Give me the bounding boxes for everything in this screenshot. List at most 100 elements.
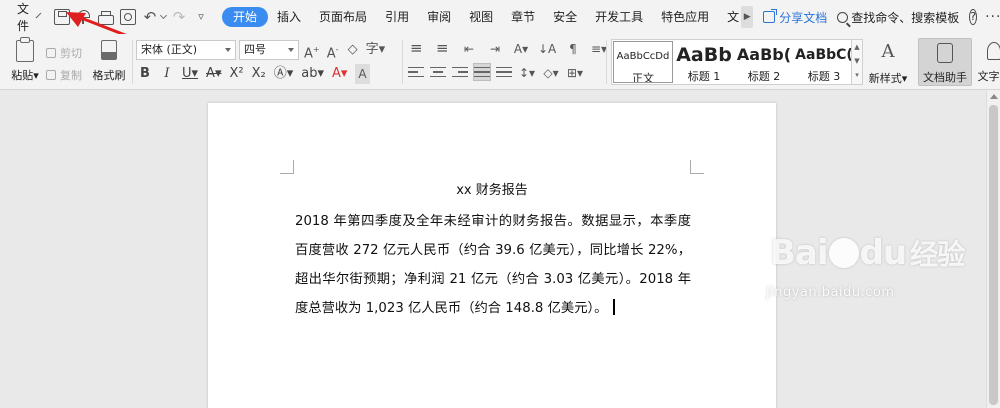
- italic-icon[interactable]: I: [160, 64, 174, 84]
- menu-bar: 文件 ↶ ↷ ▿ 开始 插入 页面布局 引用 审阅 视图 章节 安全 开发工具 …: [0, 0, 1000, 34]
- tab-view[interactable]: 视图: [460, 7, 502, 27]
- document-title[interactable]: xx 财务报告: [208, 179, 776, 198]
- shrink-font-icon[interactable]: A-: [326, 40, 340, 61]
- style-name: 正文: [632, 72, 654, 83]
- style-heading-2[interactable]: AaBb( 标题 2: [734, 40, 794, 84]
- tab-developer[interactable]: 开发工具: [586, 7, 652, 27]
- paragraph-tools-row2: ↕▾ ◇▾ ⊞▾: [408, 63, 584, 82]
- bold-icon[interactable]: B: [138, 64, 152, 84]
- document-area: xx 财务报告 2018 年第四季度及全年未经审计的财务报告。数据显示，本季度百…: [0, 90, 1000, 408]
- numbered-list-icon[interactable]: [434, 39, 452, 58]
- style-name: 标题 2: [747, 70, 781, 83]
- style-normal[interactable]: AaBbCcDd 正文: [613, 41, 673, 83]
- tab-home[interactable]: 开始: [222, 7, 269, 27]
- doc-helper-icon: [937, 43, 953, 63]
- decrease-indent-icon[interactable]: ⇤: [460, 40, 478, 58]
- tab-page-layout[interactable]: 页面布局: [310, 7, 376, 27]
- paste-dropdown-icon[interactable]: ▾: [33, 69, 39, 82]
- subscript-icon[interactable]: X₂: [252, 64, 266, 84]
- shading-icon[interactable]: ◇▾: [542, 64, 560, 82]
- superscript-icon[interactable]: X²: [229, 64, 243, 84]
- paste-button[interactable]: 粘贴▾: [8, 37, 42, 83]
- style-heading-1[interactable]: AaBb 标题 1: [674, 40, 734, 84]
- clear-format-icon[interactable]: ◇: [346, 40, 360, 60]
- cut-button[interactable]: 剪切: [46, 42, 82, 64]
- scroll-thumb[interactable]: [989, 105, 998, 405]
- copy-button[interactable]: 复制: [46, 64, 82, 86]
- divider: [402, 40, 403, 84]
- redo-icon[interactable]: ↷: [171, 9, 187, 25]
- tab-scroll-right-icon[interactable]: ▶: [741, 6, 754, 28]
- text-tool-button[interactable]: 文字工: [974, 40, 1000, 84]
- save-icon[interactable]: [54, 9, 71, 25]
- borders-icon[interactable]: ⊞▾: [566, 64, 584, 82]
- text-tool-label: 文字工: [977, 70, 1000, 83]
- format-brush-icon[interactable]: [76, 9, 92, 25]
- tab-security[interactable]: 安全: [544, 7, 586, 27]
- document-body-text: 2018 年第四季度及全年未经审计的财务报告。数据显示，本季度百度营收 272 …: [295, 214, 691, 316]
- format-painter-button[interactable]: 格式刷: [90, 40, 128, 83]
- sort-icon[interactable]: ↓A: [538, 40, 556, 58]
- scroll-up-icon[interactable]: [990, 94, 998, 99]
- scissors-icon: [46, 48, 56, 58]
- grow-font-icon[interactable]: A+: [304, 40, 320, 61]
- share-doc-button[interactable]: 分享文档: [763, 9, 827, 26]
- phonetic-icon[interactable]: 字▾: [366, 40, 386, 60]
- style-heading-3[interactable]: AaBbC( 标题 3: [794, 40, 854, 84]
- align-center-icon[interactable]: [430, 64, 446, 80]
- chevron-down-icon: [288, 48, 294, 52]
- font-family-select[interactable]: 宋体 (正文): [136, 40, 236, 60]
- document-page[interactable]: xx 财务报告 2018 年第四季度及全年未经审计的财务报告。数据显示，本季度百…: [208, 103, 776, 408]
- tab-review[interactable]: 审阅: [418, 7, 460, 27]
- vertical-scrollbar[interactable]: [986, 90, 1000, 408]
- new-style-icon: A: [881, 41, 895, 62]
- more-options-icon[interactable]: ···: [985, 9, 1000, 25]
- distribute-icon[interactable]: [496, 64, 512, 80]
- divider: [606, 40, 607, 84]
- align-left-icon[interactable]: [408, 64, 424, 80]
- undo-icon[interactable]: ↶: [142, 9, 158, 25]
- show-marks-icon[interactable]: ¶: [564, 40, 582, 58]
- chevron-down-icon[interactable]: [35, 12, 42, 18]
- increase-indent-icon[interactable]: ⇥: [486, 40, 504, 58]
- doc-helper-button[interactable]: 文档助手: [918, 38, 972, 86]
- share-icon: [763, 9, 778, 23]
- align-right-icon[interactable]: [452, 64, 468, 80]
- tab-references[interactable]: 引用: [376, 7, 418, 27]
- strikethrough-icon[interactable]: A▾: [206, 64, 221, 84]
- tab-special-apps[interactable]: 特色应用: [652, 7, 718, 27]
- font-size-select[interactable]: 四号: [239, 40, 299, 60]
- file-menu-button[interactable]: 文件: [17, 0, 29, 34]
- text-effect-icon[interactable]: Ⓐ▾: [274, 64, 294, 84]
- font-color-icon[interactable]: A▾: [332, 64, 347, 84]
- justify-icon[interactable]: [473, 63, 491, 81]
- print-icon[interactable]: [98, 11, 115, 25]
- ribbon-tabs: 开始 插入 页面布局 引用 审阅 视图 章节 安全 开发工具 特色应用 文 ▶: [222, 6, 754, 28]
- char-shading-icon[interactable]: A: [355, 64, 370, 84]
- highlight-icon[interactable]: ab▾: [301, 64, 324, 84]
- print-preview-icon[interactable]: [120, 9, 137, 25]
- bullet-list-icon[interactable]: [408, 39, 426, 58]
- line-spacing-dropdown-icon[interactable]: ↕▾: [518, 64, 536, 82]
- customize-toolbar-icon[interactable]: ▿: [193, 9, 209, 25]
- tab-insert[interactable]: 插入: [268, 7, 310, 27]
- undo-dropdown-icon[interactable]: [159, 11, 168, 20]
- tab-more[interactable]: 文: [718, 7, 739, 27]
- styles-scroll[interactable]: ▲ ▼ ▾: [851, 39, 863, 85]
- command-search[interactable]: 查找命令、搜索模板: [837, 9, 959, 26]
- text-direction-icon[interactable]: A▾: [512, 40, 530, 58]
- text-caret: [613, 299, 615, 315]
- style-sample: AaBb(: [736, 45, 792, 64]
- margin-corner-mark: [690, 160, 704, 174]
- format-painter-icon: [101, 40, 117, 60]
- underline-icon[interactable]: U▾: [182, 64, 198, 84]
- new-style-button[interactable]: A 新样式▾: [866, 40, 910, 86]
- cut-copy-group: 剪切 复制: [46, 42, 82, 86]
- doc-helper-label: 文档助手: [923, 71, 967, 84]
- document-body[interactable]: 2018 年第四季度及全年未经审计的财务报告。数据显示，本季度百度营收 272 …: [295, 207, 691, 323]
- help-icon[interactable]: ?: [969, 9, 978, 25]
- styles-gallery: AaBbCcDd 正文 AaBb 标题 1 AaBb( 标题 2 AaBbC( …: [611, 39, 855, 85]
- font-family-value: 宋体 (正文): [141, 43, 198, 56]
- command-search-label: 查找命令、搜索模板: [851, 10, 960, 25]
- tab-section[interactable]: 章节: [502, 7, 544, 27]
